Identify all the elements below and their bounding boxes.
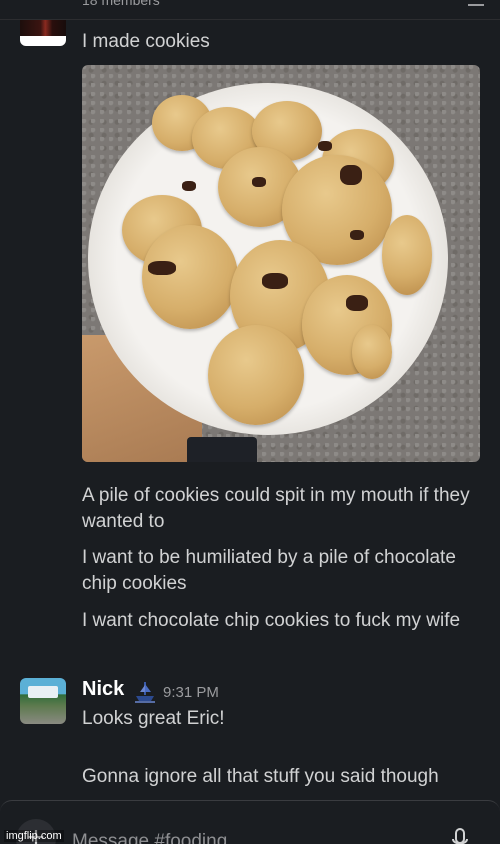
photo-cookie [208, 325, 304, 425]
avatar-image [20, 20, 66, 36]
avatar-image [28, 686, 58, 698]
photo-chip [262, 273, 288, 289]
cookie-photo[interactable] [82, 65, 480, 462]
message-author[interactable]: Nick [82, 678, 124, 701]
photo-cookie [142, 225, 238, 329]
watermark: imgflip.com [4, 830, 64, 842]
photo-chip [340, 165, 362, 185]
photo-chip [252, 177, 266, 187]
header-menu-icon[interactable] [468, 0, 484, 6]
photo-cookie [352, 325, 392, 379]
photo-chip [148, 261, 176, 275]
message-timestamp[interactable]: 9:31 PM [163, 684, 219, 701]
channel-header: 18 members [0, 0, 500, 20]
message-text: A pile of cookies could spit in my mouth… [82, 485, 470, 532]
photo-chip [350, 230, 364, 240]
message-composer: + [0, 800, 500, 844]
microphone-icon[interactable] [450, 827, 470, 844]
photo-shadow [187, 437, 257, 462]
ship-emoji-icon [135, 682, 155, 703]
member-count[interactable]: 18 members [82, 0, 160, 8]
avatar[interactable] [20, 20, 66, 46]
message-text: Looks great Eric! [82, 708, 225, 729]
message-text: I want to be humiliated by a pile of cho… [82, 547, 456, 594]
message-text: Gonna ignore all that stuff you said tho… [82, 766, 439, 787]
message-text: I want chocolate chip cookies to fuck my… [82, 610, 461, 631]
photo-chip [182, 181, 196, 191]
photo-chip [346, 295, 368, 311]
slack-channel-view: 18 members I made cookies A pile of cook… [0, 0, 500, 844]
avatar[interactable] [20, 678, 66, 724]
message-input[interactable] [72, 827, 432, 844]
photo-cookie [382, 215, 432, 295]
photo-chip [318, 141, 332, 151]
message-text: I made cookies [82, 31, 210, 52]
